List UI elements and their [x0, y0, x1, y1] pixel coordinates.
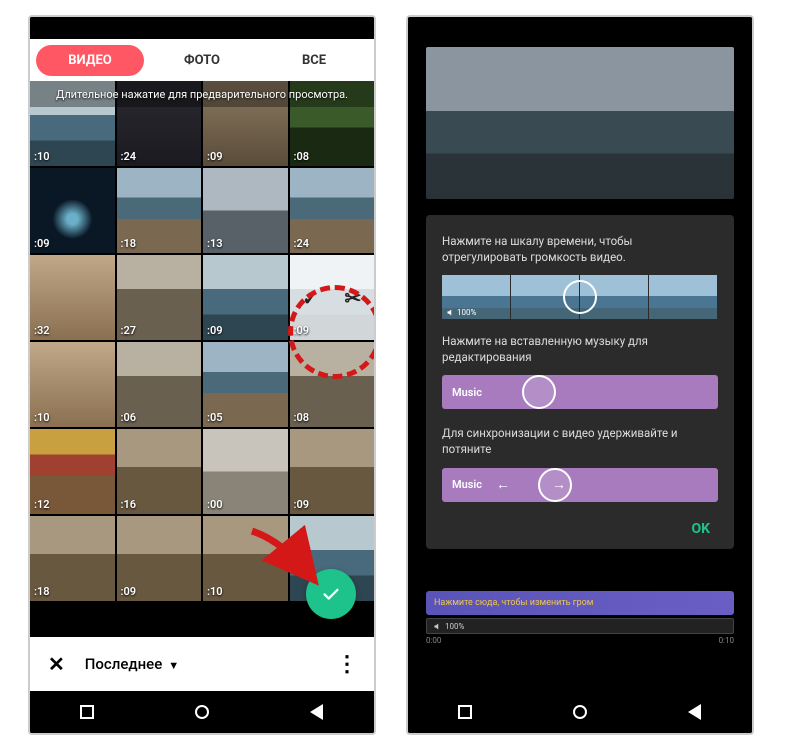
duration-label: :12	[34, 498, 50, 511]
duration-label: :08	[294, 150, 310, 163]
video-thumbnail[interactable]: :05	[203, 342, 288, 427]
confirm-fab[interactable]	[306, 569, 356, 619]
music-label: Music	[442, 478, 482, 491]
duration-label: :09	[207, 324, 223, 337]
nav-back[interactable]	[308, 703, 326, 721]
nav-recent[interactable]	[456, 703, 474, 721]
tab-all[interactable]: ВСЕ	[260, 45, 368, 76]
chevron-down-icon: ▼	[168, 659, 179, 672]
android-navbar	[408, 691, 752, 733]
video-thumbnail[interactable]: :06	[117, 342, 202, 427]
video-thumbnail[interactable]: :27	[117, 255, 202, 340]
duration-label: :09	[294, 498, 310, 511]
hint-text: Длительное нажатие для предварительного …	[56, 88, 348, 101]
duration-label: :08	[294, 411, 310, 424]
duration-label: :27	[121, 324, 137, 337]
video-thumbnail[interactable]: :09	[30, 168, 115, 253]
check-icon	[320, 583, 342, 605]
video-thumbnail[interactable]: :24	[290, 168, 375, 253]
video-thumbnail[interactable]: :32	[30, 255, 115, 340]
duration-label: :18	[121, 237, 137, 250]
duration-label: :10	[34, 411, 50, 424]
tab-video[interactable]: ВИДЕО	[36, 45, 144, 76]
duration-label: :32	[34, 324, 50, 337]
drag-arrows-icon: ←→	[496, 476, 718, 493]
video-editor: Нажмите на шкалу времени, чтобы отрегули…	[408, 39, 752, 691]
video-thumbnail[interactable]: :08	[290, 342, 375, 427]
music-track-demo-2[interactable]: Music ←→	[442, 468, 718, 502]
nav-back[interactable]	[686, 703, 704, 721]
nav-recent[interactable]	[78, 703, 96, 721]
android-navbar	[30, 691, 374, 733]
music-label: Music	[442, 386, 482, 399]
video-preview[interactable]	[426, 47, 734, 199]
statusbar	[30, 17, 374, 39]
nav-home[interactable]	[571, 703, 589, 721]
video-thumbnail[interactable]: :09	[203, 255, 288, 340]
video-timeline-demo[interactable]: 100%	[442, 275, 718, 319]
album-picker-bar: ✕ Последнее▼ ⋮	[30, 637, 374, 691]
video-grid: :10 :24 :09 :08 :09 :18 :13 :24 :32 :27 :09 ✓ ✂ :09 :1…	[30, 81, 374, 637]
phone-right: Нажмите на шкалу времени, чтобы отрегули…	[406, 15, 754, 735]
duration-label: :16	[121, 498, 137, 511]
duration-label: :10	[34, 150, 50, 163]
media-tabs: ВИДЕО ФОТО ВСЕ	[30, 39, 374, 81]
video-thumbnail[interactable]: :10	[30, 342, 115, 427]
duration-label: :24	[121, 150, 137, 163]
check-icon[interactable]: ✓	[302, 286, 319, 310]
ok-button[interactable]: OK	[683, 515, 718, 543]
video-thumbnail[interactable]: ✓ ✂ :09	[290, 255, 375, 340]
speaker-icon	[433, 622, 442, 631]
tutorial-dialog: Нажмите на шкалу времени, чтобы отрегули…	[426, 215, 734, 549]
duration-label: :06	[121, 411, 137, 424]
duration-label: :09	[34, 237, 50, 250]
scissors-icon[interactable]: ✂	[344, 286, 361, 310]
video-thumbnail[interactable]: :09	[117, 516, 202, 601]
duration-label: :05	[207, 411, 223, 424]
time-ruler: 0:000:10	[426, 636, 734, 645]
duration-label: :09	[207, 150, 223, 163]
speaker-icon	[446, 308, 455, 317]
dlg-step1-text: Нажмите на шкалу времени, чтобы отрегули…	[442, 233, 718, 265]
audio-track[interactable]: 100%	[426, 618, 734, 634]
dlg-step3-text: Для синхронизации с видео удерживайте и …	[442, 425, 718, 457]
longpress-hint: Длительное нажатие для предварительного …	[30, 81, 374, 107]
video-thumbnail[interactable]: :00	[203, 429, 288, 514]
video-thumbnail[interactable]: :18	[30, 516, 115, 601]
video-thumbnail[interactable]: :18	[117, 168, 202, 253]
duration-label: :09	[121, 585, 137, 598]
editor-timeline[interactable]: Нажмите сюда, чтобы изменить гром 100% 0…	[426, 591, 734, 645]
video-track[interactable]: Нажмите сюда, чтобы изменить гром	[426, 591, 734, 615]
overflow-menu-icon[interactable]: ⋮	[336, 652, 356, 677]
touch-indicator	[563, 280, 597, 314]
video-thumbnail[interactable]: :12	[30, 429, 115, 514]
nav-home[interactable]	[193, 703, 211, 721]
duration-label: :00	[207, 498, 223, 511]
dlg-step2-text: Нажмите на вставленную музыку для редакт…	[442, 333, 718, 365]
duration-label: :09	[294, 324, 310, 337]
duration-label: :24	[294, 237, 310, 250]
video-thumbnail[interactable]: :09	[290, 429, 375, 514]
duration-label: :10	[207, 585, 223, 598]
duration-label: :18	[34, 585, 50, 598]
video-thumbnail[interactable]: :16	[117, 429, 202, 514]
music-track-demo-1[interactable]: Music	[442, 375, 718, 409]
video-thumbnail[interactable]: :13	[203, 168, 288, 253]
volume-label: 100%	[446, 308, 476, 317]
video-thumbnail[interactable]: :10	[203, 516, 288, 601]
duration-label: :13	[207, 237, 223, 250]
touch-indicator	[522, 375, 556, 409]
close-icon[interactable]: ✕	[48, 652, 65, 676]
tab-photo[interactable]: ФОТО	[148, 45, 256, 76]
statusbar	[408, 17, 752, 39]
album-label[interactable]: Последнее▼	[85, 655, 336, 673]
phone-left: ВИДЕО ФОТО ВСЕ Длительное нажатие для пр…	[28, 15, 376, 735]
